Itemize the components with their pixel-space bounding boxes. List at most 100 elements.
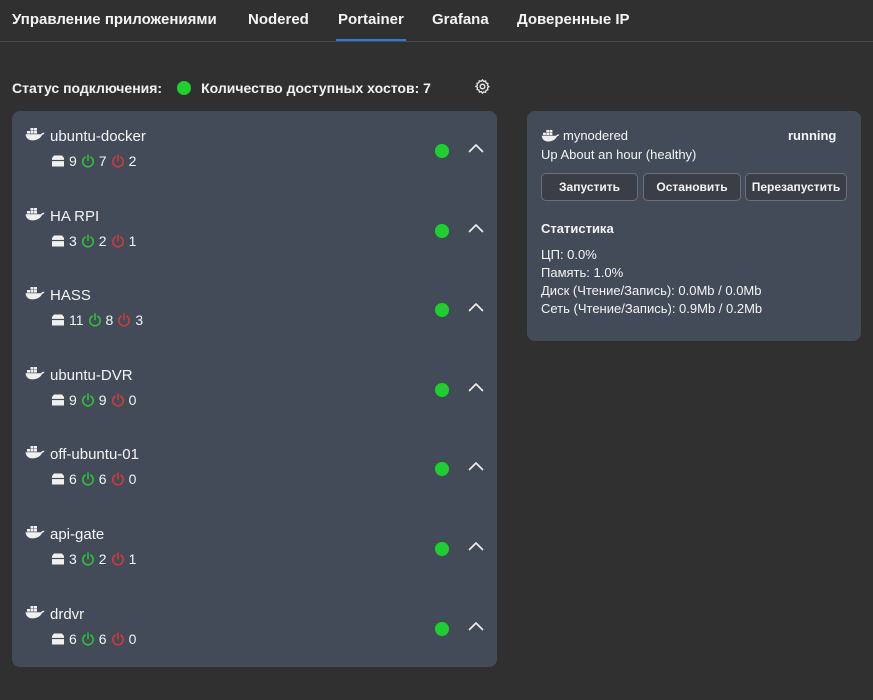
host-row[interactable]: HASS 11 8 3 xyxy=(12,270,497,340)
host-name: ubuntu-DVR xyxy=(50,367,133,384)
host-total-count: 3 xyxy=(69,233,77,249)
host-name: off-ubuntu-01 xyxy=(50,446,139,463)
host-row[interactable]: off-ubuntu-01 6 6 0 xyxy=(12,429,497,499)
hosts-count-label: Количество доступных хостов: 7 xyxy=(201,80,431,96)
chevron-up-icon[interactable] xyxy=(468,302,484,312)
host-stopped-count: 1 xyxy=(128,233,137,249)
container-box-icon xyxy=(52,314,64,326)
power-running-icon xyxy=(81,154,94,168)
host-running-count: 2 xyxy=(98,551,107,567)
host-container-counts: 6 6 0 xyxy=(50,470,139,488)
top-navigation: Управление приложениями Nodered Portaine… xyxy=(0,0,873,42)
host-running-count: 6 xyxy=(98,631,107,647)
gear-icon[interactable] xyxy=(474,78,491,95)
host-name: HASS xyxy=(50,287,91,304)
host-running-count: 2 xyxy=(98,233,107,249)
host-running-count: 9 xyxy=(98,392,107,408)
chevron-up-icon[interactable] xyxy=(468,382,484,392)
docker-icon xyxy=(25,287,45,300)
tab-trusted-ip[interactable]: Доверенные IP xyxy=(517,11,630,28)
stat-memory: Память: 1.0% xyxy=(541,265,624,280)
host-online-indicator xyxy=(435,462,449,476)
host-row[interactable]: api-gate 3 2 1 xyxy=(12,509,497,579)
host-total-count: 6 xyxy=(69,631,77,647)
power-stopped-icon xyxy=(111,552,124,566)
host-row[interactable]: drdvr 6 6 0 xyxy=(12,589,497,659)
host-stopped-count: 2 xyxy=(128,153,137,169)
power-stopped-icon xyxy=(111,632,124,646)
power-stopped-icon xyxy=(111,472,124,486)
host-row[interactable]: ubuntu-docker 9 7 2 xyxy=(12,111,497,181)
host-name: drdvr xyxy=(50,606,85,623)
chevron-up-icon[interactable] xyxy=(468,461,484,471)
docker-icon xyxy=(25,526,45,539)
container-state: running xyxy=(788,128,837,143)
tab-portainer[interactable]: Portainer xyxy=(336,11,406,41)
host-stopped-count: 0 xyxy=(128,631,137,647)
host-running-count: 8 xyxy=(105,312,114,328)
container-box-icon xyxy=(52,394,64,406)
host-total-count: 6 xyxy=(69,471,77,487)
start-button[interactable]: Запустить xyxy=(541,173,638,201)
stats-title: Статистика xyxy=(541,221,614,236)
power-running-icon xyxy=(81,472,94,486)
power-stopped-icon xyxy=(111,393,124,407)
container-box-icon xyxy=(52,633,64,645)
status-label: Статус подключения: xyxy=(12,80,163,96)
host-name: api-gate xyxy=(50,526,105,543)
host-container-counts: 11 8 3 xyxy=(50,311,146,329)
chevron-up-icon[interactable] xyxy=(468,541,484,551)
container-box-icon xyxy=(52,553,64,565)
power-running-icon xyxy=(81,234,94,248)
connection-status: Статус подключения: Количество доступных… xyxy=(12,78,431,98)
power-running-icon xyxy=(81,552,94,566)
host-online-indicator xyxy=(435,542,449,556)
host-stopped-count: 3 xyxy=(135,312,144,328)
host-container-counts: 3 2 1 xyxy=(50,550,139,568)
host-row[interactable]: HA RPI 3 2 1 xyxy=(12,191,497,261)
host-stopped-count: 0 xyxy=(128,471,137,487)
host-name: HA RPI xyxy=(50,208,100,225)
hosts-panel: ubuntu-docker 9 7 2 HA RPI 3 2 1 HASS 11 8 3 ubuntu-… xyxy=(12,111,497,667)
docker-icon xyxy=(541,129,560,142)
tab-nodered[interactable]: Nodered xyxy=(248,11,309,28)
host-container-counts: 9 7 2 xyxy=(50,152,139,170)
stat-network: Сеть (Чтение/Запись): 0.9Mb / 0.2Mb xyxy=(541,301,763,316)
chevron-up-icon[interactable] xyxy=(468,621,484,631)
container-uptime: Up About an hour (healthy) xyxy=(541,147,697,162)
host-container-counts: 9 9 0 xyxy=(50,391,139,409)
docker-icon xyxy=(25,128,45,141)
tab-grafana[interactable]: Grafana xyxy=(432,11,489,28)
host-stopped-count: 1 xyxy=(128,551,137,567)
host-online-indicator xyxy=(435,303,449,317)
host-running-count: 7 xyxy=(98,153,107,169)
power-stopped-icon xyxy=(111,234,124,248)
host-online-indicator xyxy=(435,622,449,636)
power-running-icon xyxy=(81,393,94,407)
host-online-indicator xyxy=(435,224,449,238)
power-running-icon xyxy=(88,313,101,327)
host-total-count: 9 xyxy=(69,392,77,408)
docker-icon xyxy=(25,208,45,221)
docker-icon xyxy=(25,446,45,459)
docker-icon xyxy=(25,367,45,380)
tab-app-management[interactable]: Управление приложениями xyxy=(12,11,217,28)
container-card: mynodered running Up About an hour (heal… xyxy=(527,111,861,341)
chevron-up-icon[interactable] xyxy=(468,223,484,233)
container-box-icon xyxy=(52,155,64,167)
stop-button[interactable]: Остановить xyxy=(643,173,741,201)
host-name: ubuntu-docker xyxy=(50,128,146,145)
restart-button[interactable]: Перезапустить xyxy=(745,173,847,201)
stat-cpu: ЦП: 0.0% xyxy=(541,247,597,262)
power-running-icon xyxy=(81,632,94,646)
host-online-indicator xyxy=(435,383,449,397)
container-box-icon xyxy=(52,235,64,247)
host-total-count: 9 xyxy=(69,153,77,169)
chevron-up-icon[interactable] xyxy=(468,143,484,153)
host-container-counts: 6 6 0 xyxy=(50,630,139,648)
host-stopped-count: 0 xyxy=(128,392,137,408)
docker-icon xyxy=(25,606,45,619)
status-online-indicator xyxy=(177,81,192,95)
host-row[interactable]: ubuntu-DVR 9 9 0 xyxy=(12,350,497,420)
power-stopped-icon xyxy=(118,313,131,327)
